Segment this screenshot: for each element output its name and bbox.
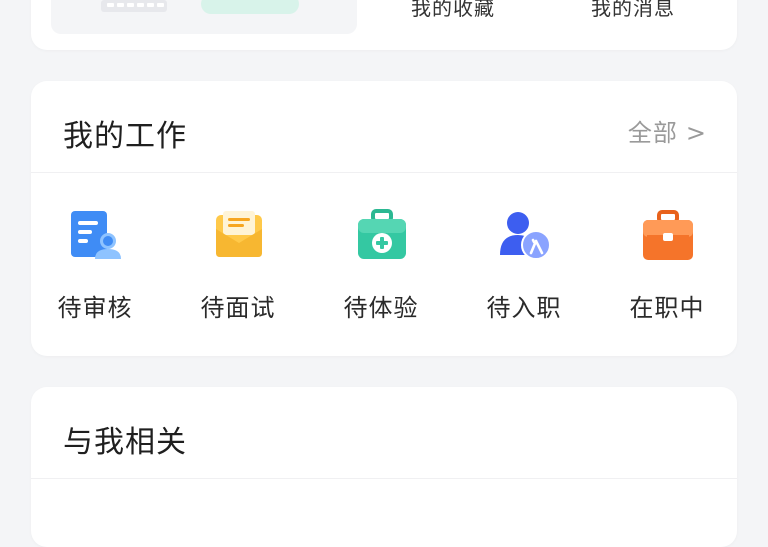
promo-pill-button[interactable] bbox=[201, 0, 299, 14]
work-item-label: 待体验 bbox=[343, 294, 419, 322]
my-work-title: 我的工作 bbox=[63, 119, 187, 154]
view-all-link[interactable]: 全部 > bbox=[628, 113, 707, 148]
profile-shortcuts-card: 我的收藏 我的消息 bbox=[31, 0, 737, 50]
review-document-icon bbox=[69, 209, 123, 263]
related-header: 与我相关 bbox=[31, 387, 737, 479]
work-item-pending-trial[interactable]: 待体验 bbox=[331, 173, 431, 356]
work-item-employed[interactable]: 在职中 bbox=[617, 173, 717, 356]
related-to-me-card: 与我相关 bbox=[31, 387, 737, 547]
user-onboard-icon bbox=[498, 209, 552, 263]
work-item-label: 待面试 bbox=[200, 294, 276, 322]
briefcase-icon bbox=[641, 209, 695, 263]
work-item-label: 待审核 bbox=[57, 294, 133, 322]
work-item-pending-review[interactable]: 待审核 bbox=[45, 173, 145, 356]
view-all-label: 全部 bbox=[627, 119, 678, 147]
work-item-label: 在职中 bbox=[629, 294, 705, 322]
interview-envelope-icon bbox=[212, 209, 266, 263]
medical-kit-icon bbox=[355, 209, 409, 263]
work-item-pending-interview[interactable]: 待面试 bbox=[188, 173, 288, 356]
my-work-card: 我的工作 全部 > 待审核 待面试 待体验 待入职 在职中 bbox=[31, 81, 737, 356]
chevron-right-icon: > bbox=[685, 119, 707, 147]
my-messages-link[interactable]: 我的消息 bbox=[591, 0, 675, 21]
related-title: 与我相关 bbox=[63, 425, 187, 460]
work-item-label: 待入职 bbox=[486, 294, 562, 322]
promo-banner[interactable] bbox=[51, 0, 357, 34]
my-favorites-link[interactable]: 我的收藏 bbox=[411, 0, 495, 21]
work-status-grid: 待审核 待面试 待体验 待入职 在职中 bbox=[31, 173, 737, 356]
my-work-header: 我的工作 全部 > bbox=[31, 81, 737, 173]
keyboard-illustration-icon bbox=[101, 0, 167, 12]
work-item-pending-onboarding[interactable]: 待入职 bbox=[474, 173, 574, 356]
